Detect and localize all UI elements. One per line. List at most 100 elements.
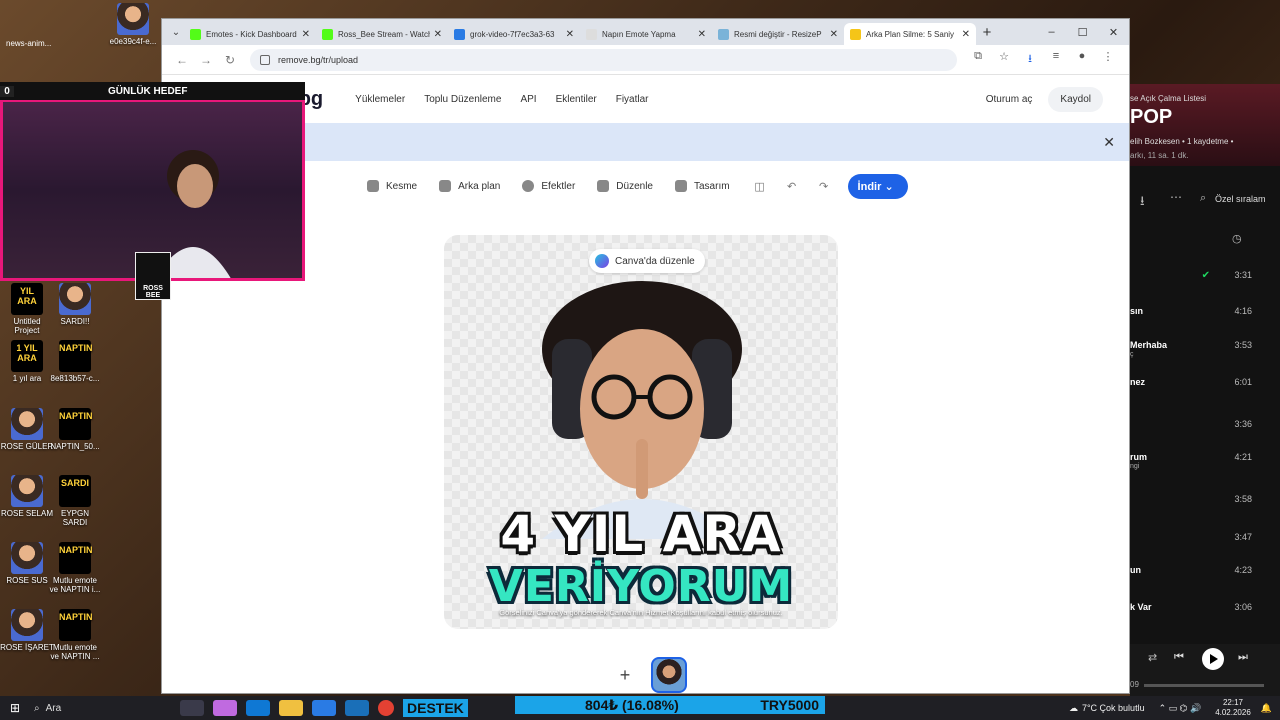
desktop-icon[interactable]: SARDI!! bbox=[48, 283, 102, 326]
desktop-icon[interactable]: NAPTIN NAPTIN_50... bbox=[48, 408, 102, 451]
track-row[interactable]: sın 4:16 bbox=[1130, 306, 1280, 326]
signup-button[interactable]: Kaydol bbox=[1048, 86, 1103, 112]
progress-bar[interactable] bbox=[1144, 684, 1264, 687]
tab-title: Ross_Bee Stream - Watch bbox=[338, 29, 430, 39]
tab-close-icon[interactable]: ✕ bbox=[302, 29, 310, 40]
previous-icon[interactable]: ⏮ bbox=[1174, 651, 1184, 664]
nav-api[interactable]: API bbox=[520, 94, 536, 105]
desktop-icon[interactable]: NAPTIN Mutlu emote ve NAPTIN ... bbox=[48, 609, 102, 661]
browser-tab[interactable]: grok-video-7f7ec3a3-63 ✕ bbox=[448, 23, 580, 45]
desktop-icon[interactable]: 1 YIL ARA 1 yıl ara bbox=[0, 340, 54, 383]
minimize-icon[interactable]: – bbox=[1036, 26, 1067, 39]
desktop-icon[interactable]: e0e39c4f-e... bbox=[106, 3, 160, 46]
track-row[interactable]: Merhaba ç 3:53 bbox=[1130, 340, 1280, 360]
desktop-icon[interactable]: NAPTIN Mutlu emote ve NAPTIN i... bbox=[48, 542, 102, 594]
tray-icons[interactable]: ⌃ ▭ ⌬ 🔊 bbox=[1159, 703, 1202, 714]
track-row[interactable]: 3:47 bbox=[1130, 532, 1280, 552]
more-options-icon[interactable]: ⋯ bbox=[1170, 190, 1182, 204]
nav-uploads[interactable]: Yüklemeler bbox=[355, 94, 405, 105]
track-row[interactable]: 3:58 bbox=[1130, 494, 1280, 514]
weather-text[interactable]: 7°C Çok bulutlu bbox=[1082, 703, 1145, 713]
compare-icon[interactable]: ◫ bbox=[752, 180, 768, 193]
desktop-icon[interactable]: SARDI EYPGN SARDI bbox=[48, 475, 102, 527]
sort-button[interactable]: Özel sıralam bbox=[1215, 194, 1266, 204]
file-explorer-icon[interactable] bbox=[279, 700, 303, 716]
image-icon bbox=[439, 180, 452, 192]
redo-icon[interactable]: ↷ bbox=[816, 180, 832, 193]
nav-bulk-edit[interactable]: Toplu Düzenleme bbox=[424, 94, 501, 105]
site-info-icon[interactable] bbox=[260, 54, 270, 65]
desktop-icon[interactable]: ROSE İŞARET bbox=[0, 609, 54, 652]
back-icon[interactable]: ← bbox=[170, 53, 194, 67]
download-icon[interactable]: ⭳ bbox=[1140, 192, 1145, 214]
downloads-icon[interactable]: ⭳ bbox=[1017, 50, 1043, 69]
desktop-icon[interactable]: ROSE GÜLER bbox=[0, 408, 54, 451]
ticker-target: TRY5000 bbox=[760, 697, 819, 713]
image-canvas[interactable]: Canva'da düzenle 4 YIL ARA VERİYORUM Gör… bbox=[444, 235, 838, 629]
track-row[interactable]: un 4:23 bbox=[1130, 565, 1280, 585]
site-header: remove.bg Yüklemeler Toplu Düzenleme API… bbox=[162, 75, 1129, 123]
url-field[interactable]: remove.bg/tr/upload bbox=[250, 48, 957, 71]
install-icon[interactable]: ⧉ bbox=[965, 50, 991, 69]
desktop-icon[interactable]: NAPTIN 8e813b57-c... bbox=[48, 340, 102, 383]
next-icon[interactable]: ⏭ bbox=[1238, 651, 1248, 664]
tool-cutout[interactable]: Kesme bbox=[367, 180, 417, 192]
track-row[interactable]: rum ngi 4:21 bbox=[1130, 452, 1280, 472]
reload-icon[interactable]: ↻ bbox=[218, 53, 242, 67]
tab-close-icon[interactable]: ✕ bbox=[962, 29, 970, 40]
forward-icon[interactable]: → bbox=[194, 53, 218, 67]
search-icon[interactable]: ⌕ bbox=[1200, 192, 1206, 205]
windows-start-icon[interactable]: ⊞ bbox=[0, 701, 30, 715]
tool-effects[interactable]: Efektler bbox=[522, 180, 575, 192]
nav-pricing[interactable]: Fiyatlar bbox=[616, 94, 649, 105]
tool-design[interactable]: Tasarım bbox=[674, 180, 730, 192]
profile-avatar[interactable]: ● bbox=[1069, 50, 1095, 69]
browser-tab[interactable]: Emotes - Kick Dashboard ✕ bbox=[184, 23, 316, 45]
track-row[interactable]: nez 6:01 bbox=[1130, 377, 1280, 397]
track-row[interactable]: k Var 3:06 bbox=[1130, 602, 1280, 622]
nav-extensions[interactable]: Eklentiler bbox=[556, 94, 597, 105]
desktop-icon[interactable]: ROSE SUS bbox=[0, 542, 54, 585]
tab-close-icon[interactable]: ✕ bbox=[434, 29, 442, 40]
task-view-icon[interactable] bbox=[180, 700, 204, 716]
tool-background[interactable]: Arka plan bbox=[439, 180, 500, 192]
browser-tab[interactable]: Resmi değiştir - ResizeP ✕ bbox=[712, 23, 844, 45]
tab-close-icon[interactable]: ✕ bbox=[698, 29, 706, 40]
maximize-icon[interactable]: ☐ bbox=[1067, 26, 1098, 39]
desktop-icon[interactable]: YIL ARA Untitled Project bbox=[0, 283, 54, 335]
new-tab-button[interactable]: + bbox=[976, 24, 998, 41]
track-row[interactable]: 3:31 ✔ bbox=[1130, 270, 1280, 290]
track-duration: 4:21 bbox=[1234, 452, 1252, 462]
browser-tab[interactable]: Ross_Bee Stream - Watch ✕ bbox=[316, 23, 448, 45]
tab-close-icon[interactable]: ✕ bbox=[566, 29, 574, 40]
tab-search-icon[interactable]: ⌄ bbox=[168, 27, 184, 38]
undo-icon[interactable]: ↶ bbox=[784, 180, 800, 193]
close-window-icon[interactable]: ✕ bbox=[1098, 26, 1129, 39]
bookmark-star-icon[interactable]: ☆ bbox=[991, 50, 1017, 69]
browser-tab[interactable]: Arka Plan Silme: 5 Saniy ✕ bbox=[844, 23, 976, 45]
taskbar-search[interactable]: ⌕ Ara bbox=[30, 703, 180, 714]
desktop-icon[interactable]: ROSE SELAM bbox=[0, 475, 54, 518]
outlook-icon[interactable] bbox=[345, 700, 369, 716]
tool-edit[interactable]: Düzenle bbox=[597, 180, 653, 192]
copilot-icon[interactable] bbox=[213, 700, 237, 716]
canva-edit-label: Canva'da düzenle bbox=[615, 255, 695, 267]
download-button[interactable]: İndir ⌄ bbox=[847, 173, 908, 199]
login-link[interactable]: Oturum aç bbox=[986, 94, 1033, 105]
edge-icon[interactable] bbox=[246, 700, 270, 716]
media-icon[interactable]: ≡ bbox=[1043, 50, 1069, 69]
track-row[interactable]: 3:36 bbox=[1130, 419, 1280, 439]
add-image-button[interactable]: + bbox=[607, 657, 643, 693]
chrome-icon[interactable] bbox=[378, 700, 394, 716]
canva-edit-button[interactable]: Canva'da düzenle bbox=[589, 249, 705, 273]
image-thumbnail[interactable] bbox=[651, 657, 687, 693]
play-button[interactable] bbox=[1202, 648, 1224, 670]
chrome-menu-icon[interactable]: ⋮ bbox=[1095, 50, 1121, 69]
close-icon[interactable]: ✕ bbox=[1103, 134, 1115, 151]
browser-tab[interactable]: Napın Emote Yapma ✕ bbox=[580, 23, 712, 45]
clock[interactable]: 22:17 4.02.2026 bbox=[1215, 698, 1251, 718]
tab-close-icon[interactable]: ✕ bbox=[830, 29, 838, 40]
store-icon[interactable] bbox=[312, 700, 336, 716]
notification-icon[interactable]: 🔔 bbox=[1261, 703, 1272, 714]
shuffle-icon[interactable]: ⇄ bbox=[1148, 651, 1157, 664]
